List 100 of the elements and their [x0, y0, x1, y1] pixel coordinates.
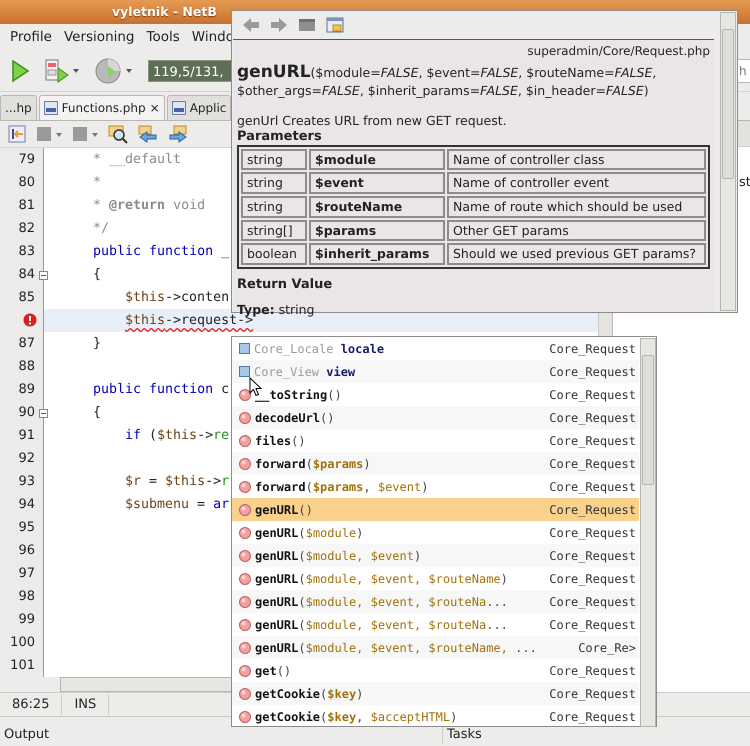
debug-run-icon[interactable] [44, 58, 80, 84]
table-cell: $params [309, 220, 445, 242]
fold-icon[interactable] [39, 409, 48, 418]
table-cell: string [241, 148, 307, 170]
line-number: 85 [18, 290, 35, 305]
php-file-icon [172, 101, 186, 115]
completion-item[interactable]: genURL($module, $event, $routeName) Core_Request [232, 567, 639, 590]
line-number: 87 [18, 336, 35, 351]
method-icon [239, 526, 251, 538]
back-arrow-icon[interactable] [242, 17, 260, 33]
scroll-thumb[interactable] [722, 29, 734, 179]
last-edit-icon[interactable] [8, 125, 26, 143]
line-number: 79 [18, 152, 35, 167]
forward-arrow-icon[interactable] [270, 17, 288, 33]
method-icon [239, 434, 251, 446]
table-cell: string [241, 196, 307, 218]
completion-item[interactable]: genURL($module, $event, $routeName, ... Core_Re> [232, 636, 639, 659]
code-line: $r = $this->r [125, 474, 230, 489]
caret-position: 86:25 [0, 694, 62, 714]
table-cell: $event [309, 172, 445, 194]
completion-item[interactable]: Core_Locale locale Core_Request [232, 337, 639, 360]
line-number: 97 [18, 566, 35, 581]
completion-item[interactable]: decodeUrl() Core_Request [232, 406, 639, 429]
method-icon [239, 596, 251, 608]
close-tab-button[interactable]: × [150, 99, 160, 117]
completion-item[interactable]: get() Core_Request [232, 659, 639, 682]
section-heading: Return Value [237, 276, 334, 294]
completion-item[interactable]: genURL($module, $event, $routeNa... Core_Request [232, 590, 639, 613]
completion-item[interactable]: files() Core_Request [232, 429, 639, 452]
line-number: 95 [18, 520, 35, 535]
code-line: { [93, 267, 102, 282]
completion-item[interactable]: forward($params) Core_Request [232, 452, 639, 475]
method-icon [239, 388, 251, 400]
code-line: $submenu = ar [125, 497, 230, 512]
table-cell: $routeName [309, 196, 445, 218]
line-number: 96 [18, 543, 35, 558]
line-number: 91 [18, 428, 35, 443]
method-signature: genURL($module=FALSE, $event=FALSE, $routeName=FALSE, $other_args=FALSE, $inherit_params=FALSE, $in_header=FALSE) [237, 62, 658, 99]
completion-item[interactable]: Core_View view Core_Request [232, 360, 639, 383]
php-file-icon [44, 101, 58, 115]
code-line: * __default [93, 152, 182, 167]
line-number: 101 [10, 658, 35, 673]
code-line: */ [93, 221, 110, 236]
method-icon [239, 550, 251, 562]
line-number: 81 [18, 198, 35, 213]
fold-icon[interactable] [39, 271, 48, 280]
completion-item[interactable]: __toString() Core_Request [232, 383, 639, 406]
table-cell: boolean [241, 243, 307, 265]
completion-item[interactable]: getCookie($key) Core_Request [232, 682, 639, 705]
completion-item[interactable]: genURL($module) Core_Request [232, 521, 639, 544]
completion-item[interactable]: genURL($module, $event) Core_Request [232, 544, 639, 567]
line-number: 98 [18, 589, 35, 604]
profile-icon[interactable] [94, 56, 134, 84]
code-line: public function _ [93, 244, 230, 259]
table-cell: Other GET params [447, 220, 706, 242]
code-line: public function c [93, 382, 230, 397]
completion-item[interactable]: genURL($module, $event, $routeNa... Core_Request [232, 613, 639, 636]
line-number: 84 [18, 267, 35, 282]
method-description: genUrl Creates URL from new GET request. [237, 112, 508, 128]
insert-mode: INS [62, 694, 110, 714]
table-cell: Name of controller class [447, 148, 706, 170]
line-number: 89 [18, 382, 35, 397]
line-number: 83 [18, 244, 35, 259]
section-heading: Parameters [237, 128, 323, 145]
table-cell: Name of route which should be used [447, 196, 706, 218]
line-number: 93 [18, 474, 35, 489]
line-number: 92 [18, 451, 35, 466]
previous-icon[interactable] [138, 125, 158, 143]
method-icon [239, 710, 251, 722]
method-icon [239, 572, 251, 584]
method-icon [239, 480, 251, 492]
code-line: $this->conten [125, 290, 230, 305]
source-icon[interactable] [298, 17, 316, 33]
run-icon[interactable] [10, 58, 30, 82]
line-number: 88 [18, 359, 35, 374]
code-line: if ($this->re [125, 428, 230, 443]
completion-item[interactable]: genURL() Core_Request [232, 498, 639, 521]
menu-item[interactable]: Profile [4, 24, 58, 50]
editor-tab[interactable]: Functions.php × [38, 95, 165, 120]
editor-tab[interactable]: ...hp [0, 95, 37, 120]
table-cell: Should we used previous GET params? [447, 243, 706, 265]
completion-item[interactable]: forward($params, $event) Core_Request [232, 475, 639, 498]
error-icon [23, 313, 37, 327]
menu-item[interactable]: Versioning [58, 24, 141, 50]
method-icon [239, 642, 251, 654]
menu-item[interactable]: Tools [140, 24, 186, 50]
field-icon [239, 343, 250, 354]
scroll-thumb[interactable] [642, 355, 654, 485]
vertical-scrollbar[interactable] [720, 12, 736, 311]
table-cell: string[] [241, 220, 307, 242]
vertical-scrollbar[interactable] [640, 338, 656, 727]
table-cell: $inherit_params [309, 243, 445, 265]
editor-tab[interactable]: Applic [166, 95, 232, 120]
method-icon [239, 688, 251, 700]
search-icon[interactable] [108, 124, 128, 144]
method-icon [239, 664, 251, 676]
method-icon [239, 504, 251, 516]
next-icon[interactable] [168, 125, 188, 143]
table-cell: string [241, 172, 307, 194]
browser-icon[interactable] [326, 17, 344, 33]
